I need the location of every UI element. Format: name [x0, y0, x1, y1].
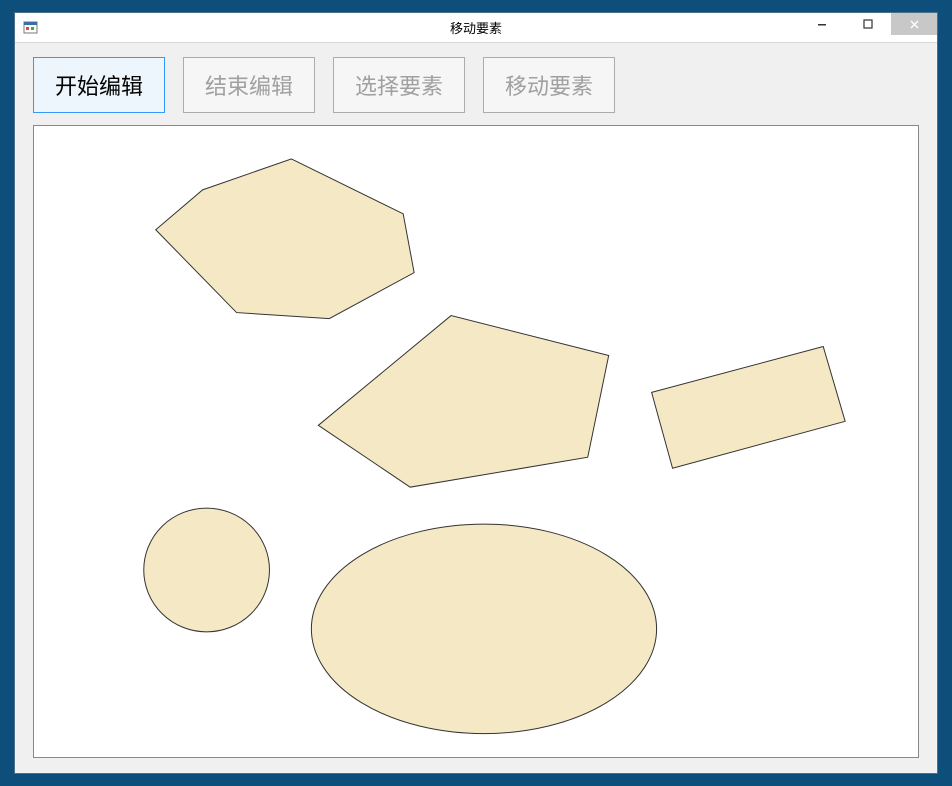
- circle-small[interactable]: [144, 508, 270, 632]
- titlebar[interactable]: 移动要素: [15, 13, 937, 43]
- select-feature-button[interactable]: 选择要素: [333, 57, 465, 113]
- ellipse-large[interactable]: [311, 524, 656, 734]
- drawing-canvas[interactable]: [33, 125, 919, 758]
- window-controls: [799, 13, 937, 42]
- toolbar: 开始编辑 结束编辑 选择要素 移动要素: [33, 57, 919, 113]
- maximize-button[interactable]: [845, 13, 891, 35]
- polygon-heptagon[interactable]: [156, 159, 414, 319]
- minimize-button[interactable]: [799, 13, 845, 35]
- app-window: 移动要素 开始编辑 结束编辑 选择要素 移动要素: [14, 12, 938, 774]
- polygon-rectangle[interactable]: [652, 346, 846, 468]
- app-icon: [23, 20, 39, 36]
- move-feature-button[interactable]: 移动要素: [483, 57, 615, 113]
- start-edit-button[interactable]: 开始编辑: [33, 57, 165, 113]
- shapes-svg: [34, 126, 918, 757]
- client-area: 开始编辑 结束编辑 选择要素 移动要素: [15, 43, 937, 773]
- polygon-pentagon[interactable]: [318, 316, 608, 488]
- close-button[interactable]: [891, 13, 937, 35]
- end-edit-button[interactable]: 结束编辑: [183, 57, 315, 113]
